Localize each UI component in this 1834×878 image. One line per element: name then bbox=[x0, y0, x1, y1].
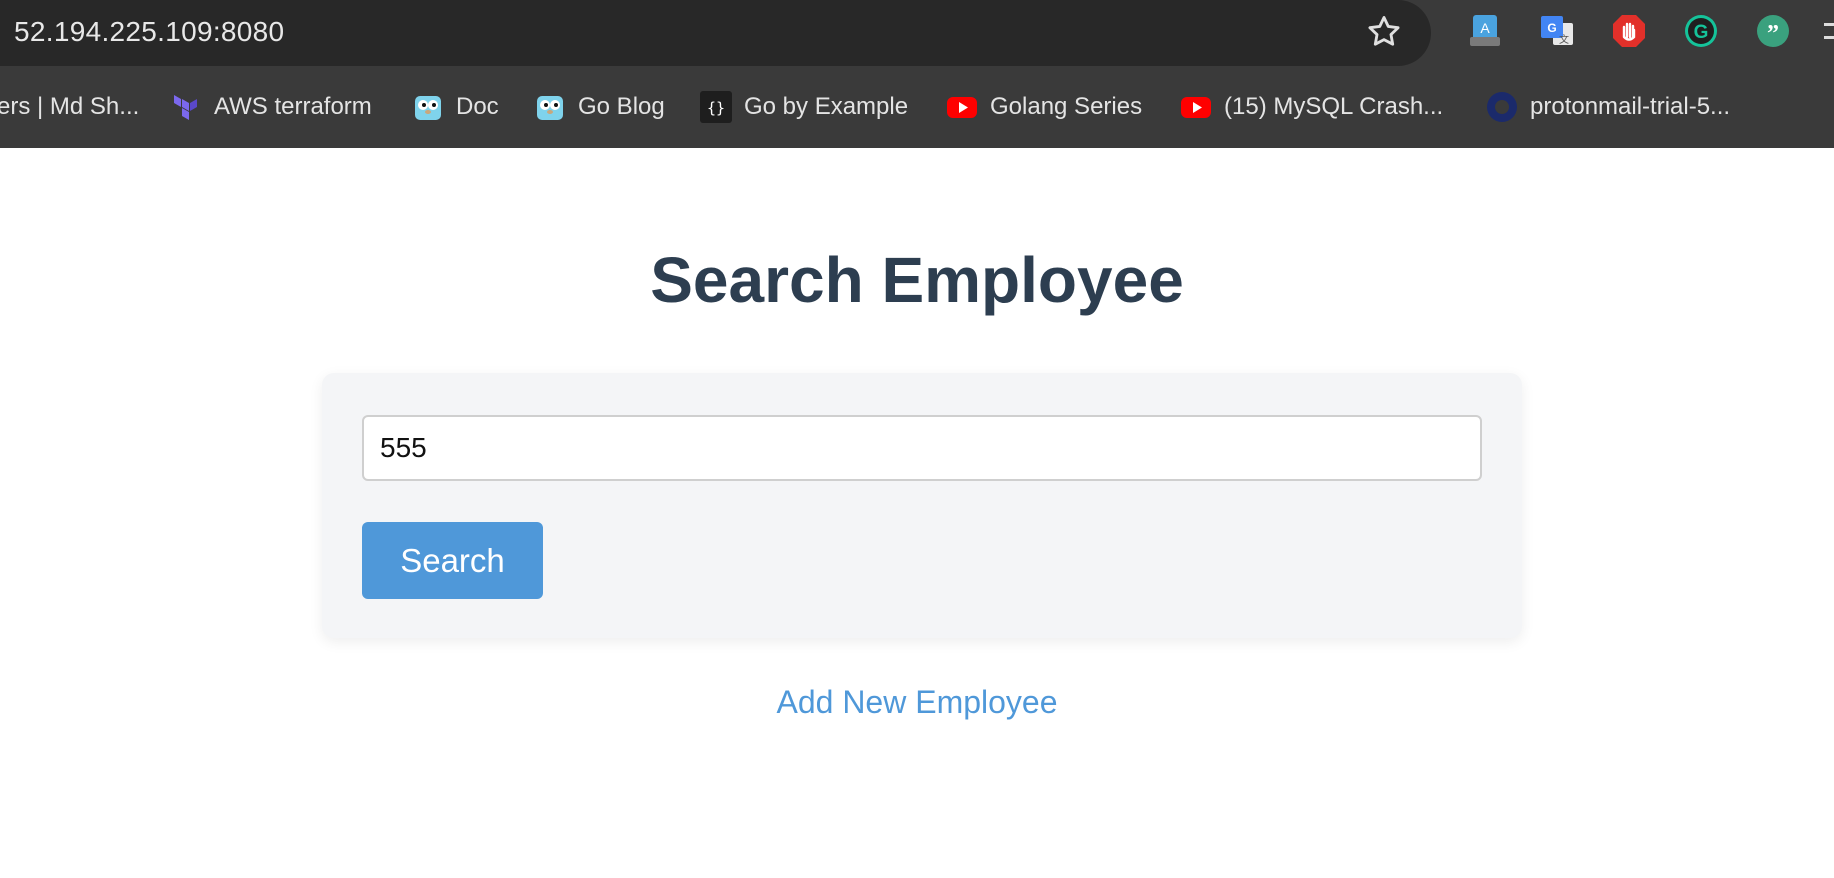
proton-icon bbox=[1487, 92, 1517, 122]
search-card: Search bbox=[322, 373, 1522, 638]
page-title: Search Employee bbox=[650, 244, 1184, 316]
bookmark-label: AWS terraform bbox=[214, 93, 372, 120]
browser-toolbar: 52.194.225.109:8080 A G 文 G ” bbox=[0, 0, 1834, 66]
bookmark-label: Golang Series bbox=[990, 93, 1143, 120]
gopher-icon bbox=[415, 96, 441, 120]
search-button[interactable]: Search bbox=[362, 522, 543, 599]
svg-text:G: G bbox=[1694, 22, 1709, 43]
search-input[interactable] bbox=[362, 415, 1482, 481]
svg-text:”: ” bbox=[1767, 21, 1779, 47]
quote-icon[interactable]: ” bbox=[1755, 13, 1791, 49]
address-bar[interactable]: 52.194.225.109:8080 bbox=[0, 0, 1431, 66]
svg-text:{}: {} bbox=[707, 99, 725, 117]
braces-icon: {} bbox=[700, 91, 732, 123]
more-icon[interactable] bbox=[1822, 13, 1834, 49]
bookmark-label: Go by Example bbox=[744, 93, 909, 120]
bookmarks-bar: ers | Md Sh... AWS terraform Doc Go Blog bbox=[0, 66, 1834, 149]
youtube-icon bbox=[947, 97, 977, 118]
bookmark-label: (15) MySQL Crash... bbox=[1224, 93, 1444, 120]
bookmark-item[interactable]: AWS terraform bbox=[170, 66, 372, 148]
terraform-icon bbox=[174, 95, 197, 120]
bookmark-star-icon[interactable] bbox=[1365, 13, 1403, 51]
bookmark-item[interactable]: Doc bbox=[412, 66, 499, 148]
bookmark-item[interactable]: protonmail-trial-5... bbox=[1486, 66, 1730, 148]
bookmark-item[interactable]: Go Blog bbox=[534, 66, 665, 148]
youtube-icon bbox=[1181, 97, 1211, 118]
url-text[interactable]: 52.194.225.109:8080 bbox=[14, 16, 284, 48]
adblock-icon[interactable] bbox=[1611, 13, 1647, 49]
svg-text:文: 文 bbox=[1559, 33, 1569, 46]
svg-text:G: G bbox=[1547, 21, 1556, 35]
bookmark-item[interactable]: ers | Md Sh... bbox=[0, 66, 139, 148]
gopher-icon bbox=[537, 96, 563, 120]
translate-doc-icon[interactable]: A bbox=[1467, 13, 1503, 49]
bookmark-label: protonmail-trial-5... bbox=[1530, 93, 1731, 120]
bookmark-item[interactable]: (15) MySQL Crash... bbox=[1180, 66, 1443, 148]
bookmark-item[interactable]: Golang Series bbox=[946, 66, 1142, 148]
bookmark-label: ers | Md Sh... bbox=[0, 93, 140, 120]
page-content: Search Employee Search Add New Employee bbox=[0, 148, 1834, 878]
bookmark-item[interactable]: {} Go by Example bbox=[700, 66, 908, 148]
grammarly-icon[interactable]: G bbox=[1683, 13, 1719, 49]
svg-text:A: A bbox=[1480, 20, 1490, 36]
google-translate-icon[interactable]: G 文 bbox=[1539, 13, 1575, 49]
add-employee-link[interactable]: Add New Employee bbox=[0, 684, 1834, 721]
bookmark-label: Go Blog bbox=[578, 93, 665, 120]
bookmark-label: Doc bbox=[456, 93, 499, 120]
